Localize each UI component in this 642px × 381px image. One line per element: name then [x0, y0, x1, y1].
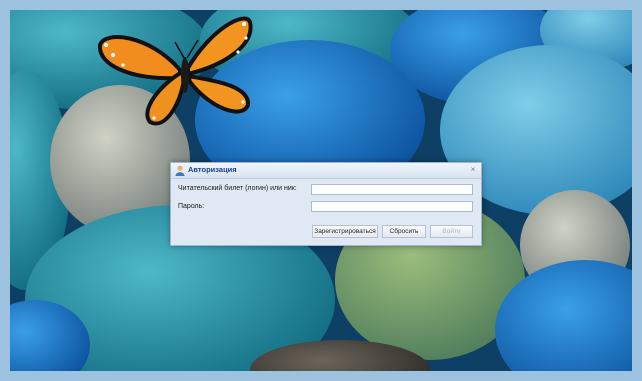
password-label: Пароль:	[178, 203, 205, 210]
login-label: Читательский билет (логин) или ник:	[178, 185, 297, 192]
reset-button[interactable]: Сбросить	[382, 225, 426, 238]
dialog-title: Авторизация	[188, 165, 237, 174]
login-button[interactable]: Войти	[430, 225, 473, 238]
login-input[interactable]	[311, 184, 473, 195]
dialog-titlebar[interactable]: Авторизация ×	[171, 163, 481, 179]
user-icon	[175, 165, 185, 176]
login-dialog: Авторизация × Читательский билет (логин)…	[170, 162, 482, 246]
password-input[interactable]	[311, 201, 473, 212]
close-button[interactable]: ×	[468, 165, 478, 175]
register-button[interactable]: Зарегистрироваться	[312, 225, 378, 238]
desktop-screen: Авторизация × Читательский билет (логин)…	[0, 0, 642, 381]
